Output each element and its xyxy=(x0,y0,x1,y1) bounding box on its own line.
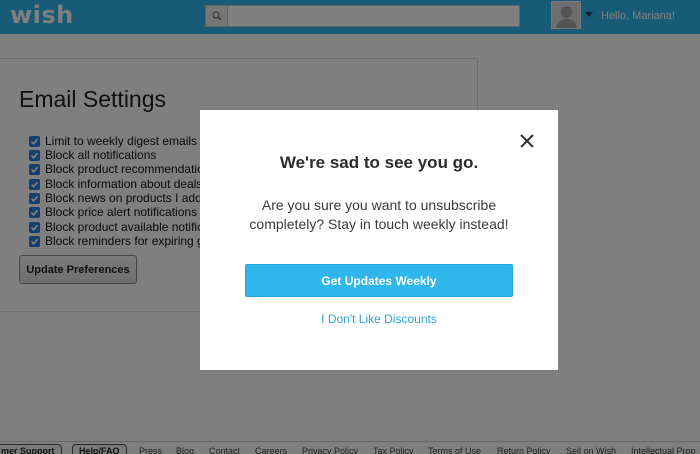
modal-title: We're sad to see you go. xyxy=(279,153,479,172)
dont-like-discounts-link[interactable]: I Don't Like Discounts xyxy=(200,312,558,326)
modal-message: Are you sure you want to unsubscribe com… xyxy=(249,197,509,232)
unsubscribe-modal: We're sad to see you go. Are you sure yo… xyxy=(200,110,558,370)
get-updates-weekly-button[interactable]: Get Updates Weekly xyxy=(245,264,513,297)
close-icon[interactable] xyxy=(518,132,536,150)
